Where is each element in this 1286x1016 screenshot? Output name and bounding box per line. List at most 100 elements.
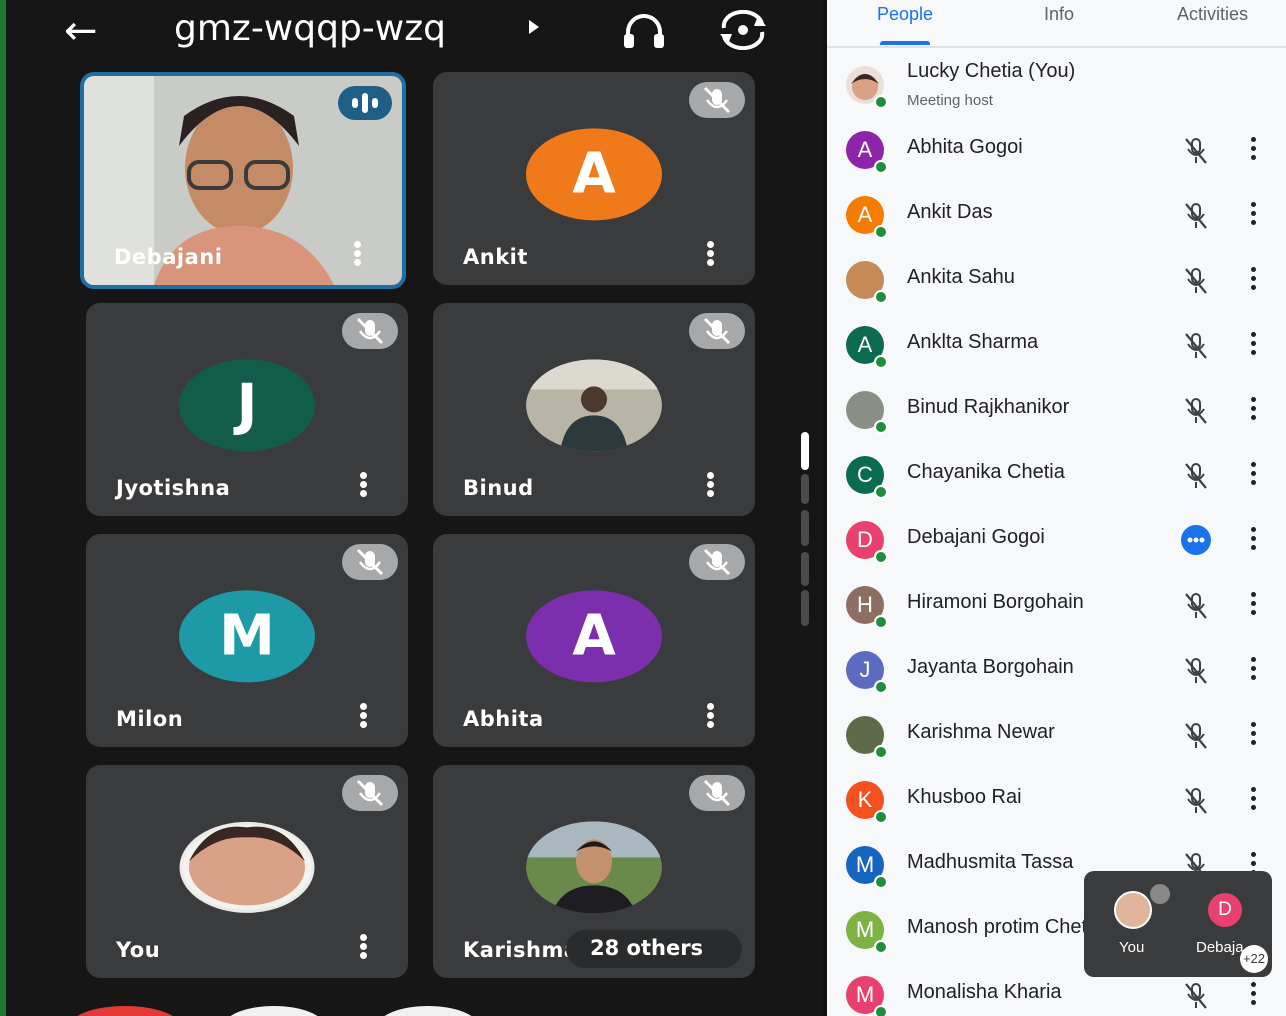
- online-indicator: [874, 485, 888, 499]
- more-vert-icon[interactable]: [358, 472, 368, 498]
- more-vert-icon[interactable]: [1250, 527, 1256, 553]
- mic-off-icon[interactable]: [1183, 722, 1209, 750]
- tile-ankit[interactable]: A Ankit: [433, 72, 755, 285]
- more-vert-icon[interactable]: [358, 934, 368, 960]
- mic-off-icon[interactable]: [1183, 397, 1209, 425]
- more-vert-icon[interactable]: [1250, 202, 1256, 228]
- scrollbar[interactable]: [800, 430, 810, 630]
- participant-row-host[interactable]: Lucky Chetia (You): [827, 52, 1286, 117]
- people-panel: People Info Activities Lucky Chetia (You…: [827, 0, 1286, 1016]
- tile-abhita[interactable]: A Abhita: [433, 534, 755, 747]
- participant-count-badge: +22: [1240, 945, 1268, 973]
- participant-row[interactable]: Karishma Newar: [827, 702, 1286, 767]
- mic-off-icon[interactable]: [1183, 982, 1209, 1010]
- more-vert-icon[interactable]: [705, 703, 715, 729]
- end-call-button[interactable]: [70, 1006, 180, 1016]
- tile-binud[interactable]: Binud: [433, 303, 755, 516]
- tile-name: Karishma: [463, 938, 579, 962]
- tab-bar: People Info Activities: [827, 0, 1286, 48]
- avatar: J: [179, 358, 315, 451]
- participant-name: Anklta Sharma: [907, 331, 1039, 353]
- mic-off-icon[interactable]: [1183, 657, 1209, 685]
- participant-row[interactable]: Ankita Sahu: [827, 247, 1286, 312]
- mic-off-icon[interactable]: [1183, 462, 1209, 490]
- more-vert-icon[interactable]: [1250, 657, 1256, 683]
- more-vert-icon[interactable]: [1250, 397, 1256, 423]
- mic-off-icon[interactable]: [1183, 137, 1209, 165]
- mic-off-icon: [689, 313, 745, 349]
- participant-row[interactable]: D Debajani Gogoi: [827, 507, 1286, 572]
- tab-info[interactable]: Info: [1044, 4, 1074, 25]
- speaking-indicator-icon: [1181, 525, 1211, 555]
- online-indicator: [874, 355, 888, 369]
- online-indicator: [874, 550, 888, 564]
- participant-name: Monalisha Kharia: [907, 981, 1062, 1003]
- online-indicator: [874, 1005, 888, 1016]
- tile-name: Binud: [463, 476, 534, 500]
- top-bar: ← gmz-wqqp-wzq: [6, 0, 822, 64]
- more-vert-icon[interactable]: [1250, 982, 1256, 1008]
- participant-name: Abhita Gogoi: [907, 136, 1023, 158]
- more-vert-icon[interactable]: [1250, 137, 1256, 163]
- participant-name: Ankita Sahu: [907, 266, 1015, 288]
- participant-row[interactable]: C Chayanika Chetia: [827, 442, 1286, 507]
- mic-toggle-button[interactable]: [378, 1006, 478, 1016]
- more-vert-icon[interactable]: [1250, 592, 1256, 618]
- caret-right-icon[interactable]: [529, 20, 539, 34]
- tile-you[interactable]: You: [86, 765, 408, 978]
- participant-row[interactable]: J Jayanta Borgohain: [827, 637, 1286, 702]
- more-vert-icon[interactable]: [358, 703, 368, 729]
- more-vert-icon[interactable]: [1250, 787, 1256, 813]
- participant-name: Hiramoni Borgohain: [907, 591, 1084, 613]
- tab-people[interactable]: People: [877, 4, 933, 25]
- tile-debajani[interactable]: Debajani: [80, 72, 406, 289]
- online-indicator: [874, 95, 888, 109]
- participant-name: Ankit Das: [907, 201, 993, 223]
- tile-name: Abhita: [463, 707, 544, 731]
- switch-camera-icon[interactable]: [718, 10, 768, 50]
- more-vert-icon[interactable]: [1250, 722, 1256, 748]
- more-vert-icon[interactable]: [705, 472, 715, 498]
- participant-row[interactable]: Binud Rajkhanikor: [827, 377, 1286, 442]
- participant-name: Binud Rajkhanikor: [907, 396, 1070, 418]
- mic-off-icon: [342, 775, 398, 811]
- others-label: 28 others: [590, 936, 704, 960]
- tile-name: Ankit: [463, 245, 528, 269]
- online-indicator: [874, 745, 888, 759]
- mic-off-icon[interactable]: [1183, 332, 1209, 360]
- tile-jyotishna[interactable]: J Jyotishna: [86, 303, 408, 516]
- camera-toggle-button[interactable]: [224, 1006, 324, 1016]
- tile-name: You: [116, 938, 161, 962]
- more-vert-icon[interactable]: [352, 241, 362, 267]
- arrow-left-icon[interactable]: ←: [64, 8, 98, 54]
- headphones-icon[interactable]: [620, 12, 668, 52]
- participant-row[interactable]: A Anklta Sharma: [827, 312, 1286, 377]
- mic-off-icon: [342, 544, 398, 580]
- mic-off-icon: [1150, 884, 1170, 904]
- mic-off-icon[interactable]: [1183, 202, 1209, 230]
- floating-pip[interactable]: You D Debaja +22: [1084, 871, 1272, 977]
- meeting-code[interactable]: gmz-wqqp-wzq: [174, 8, 446, 49]
- tile-name: Jyotishna: [116, 476, 231, 500]
- participant-row[interactable]: A Ankit Das: [827, 182, 1286, 247]
- avatar: A: [526, 589, 662, 682]
- mic-off-icon[interactable]: [1183, 787, 1209, 815]
- participant-row[interactable]: H Hiramoni Borgohain: [827, 572, 1286, 637]
- more-vert-icon[interactable]: [1250, 267, 1256, 293]
- participant-row[interactable]: K Khusboo Rai: [827, 767, 1286, 832]
- more-vert-icon[interactable]: [1250, 332, 1256, 358]
- mic-off-icon[interactable]: [1183, 267, 1209, 295]
- mic-off-icon: [689, 82, 745, 118]
- tile-milon[interactable]: M Milon: [86, 534, 408, 747]
- online-indicator: [874, 615, 888, 629]
- tab-activities[interactable]: Activities: [1177, 4, 1248, 25]
- online-indicator: [874, 940, 888, 954]
- more-vert-icon[interactable]: [705, 241, 715, 267]
- mic-off-icon[interactable]: [1183, 592, 1209, 620]
- more-vert-icon[interactable]: [1250, 462, 1256, 488]
- tile-name: Milon: [116, 707, 184, 731]
- participant-row[interactable]: A Abhita Gogoi: [827, 117, 1286, 182]
- avatar: [1114, 891, 1152, 929]
- avatar: M: [179, 589, 315, 682]
- speaking-indicator-icon: [338, 86, 392, 120]
